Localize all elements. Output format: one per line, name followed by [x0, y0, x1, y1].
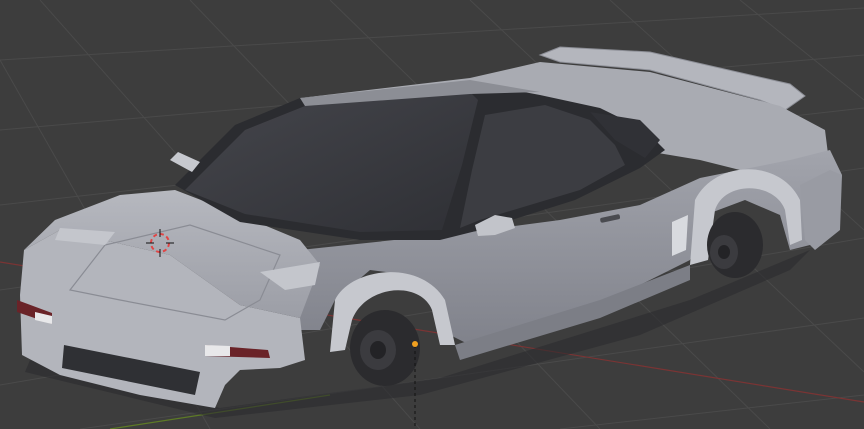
viewport-canvas[interactable] [0, 0, 864, 429]
front-wheel [350, 310, 420, 386]
rear-bumper [800, 170, 842, 250]
object-origin-icon[interactable] [412, 341, 418, 347]
rear-wheel [707, 212, 763, 278]
car-model[interactable] [17, 46, 842, 418]
3d-viewport[interactable] [0, 0, 864, 429]
front-light-right-white [205, 345, 230, 356]
side-intake [672, 215, 688, 256]
